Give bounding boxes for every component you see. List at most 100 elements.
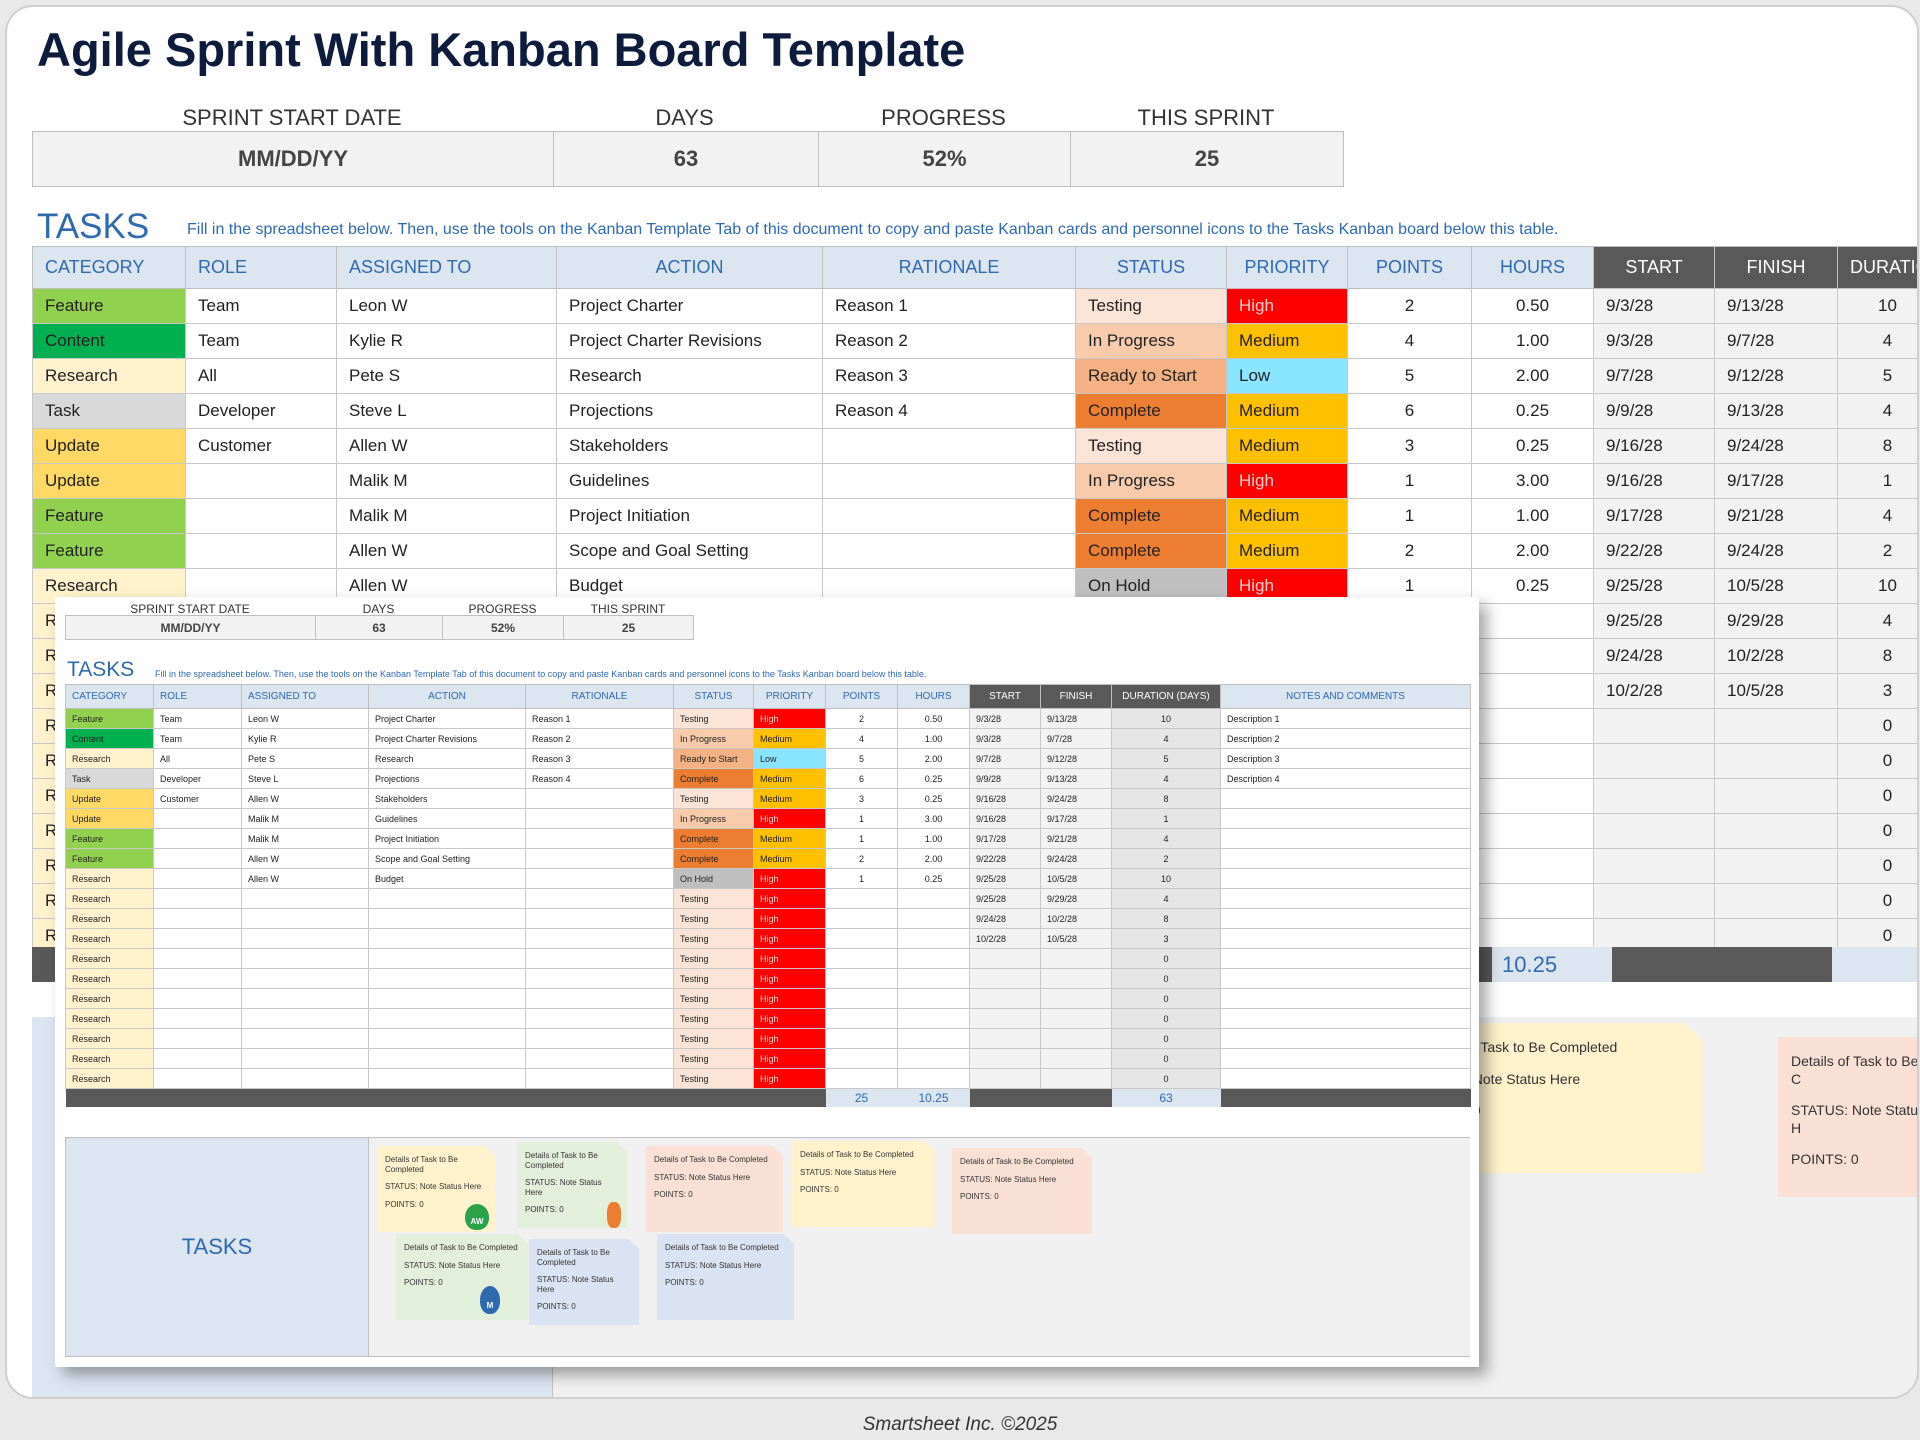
cell-action[interactable]: Scope and Goal Setting bbox=[556, 533, 823, 569]
cell-assigned[interactable]: Allen W bbox=[241, 848, 369, 869]
cell-notes[interactable] bbox=[1220, 1068, 1471, 1089]
cell-points[interactable]: 4 bbox=[1347, 323, 1472, 359]
cell-start[interactable] bbox=[969, 1068, 1041, 1089]
cell-duration[interactable]: 0 bbox=[1837, 708, 1917, 744]
cell-duration[interactable]: 0 bbox=[1111, 988, 1221, 1009]
cell-finish[interactable]: 9/21/28 bbox=[1040, 828, 1112, 849]
cell-points[interactable]: 5 bbox=[825, 748, 898, 769]
cell-role[interactable]: All bbox=[185, 358, 337, 394]
cell-hours[interactable]: 1.00 bbox=[1471, 498, 1594, 534]
cell-start[interactable]: 9/25/28 bbox=[969, 888, 1041, 909]
cell-rationale[interactable] bbox=[525, 988, 674, 1009]
cell-priority[interactable]: High bbox=[753, 948, 826, 969]
cell-priority[interactable]: Medium bbox=[753, 768, 826, 789]
cell-status[interactable]: Testing bbox=[673, 1008, 754, 1029]
cell-finish[interactable] bbox=[1040, 948, 1112, 969]
cell-start[interactable]: 9/9/28 bbox=[1593, 393, 1715, 429]
cell-category[interactable]: Research bbox=[65, 968, 154, 989]
cell-hours[interactable]: 0.50 bbox=[897, 708, 970, 729]
cell-start[interactable]: 9/22/28 bbox=[1593, 533, 1715, 569]
cell-start[interactable]: 9/16/28 bbox=[969, 808, 1041, 829]
cell-points[interactable]: 6 bbox=[1347, 393, 1472, 429]
cell-assigned[interactable]: Pete S bbox=[336, 358, 557, 394]
cell-finish[interactable] bbox=[1714, 743, 1838, 779]
cell-hours[interactable]: 1.00 bbox=[897, 828, 970, 849]
cell-category[interactable]: Research bbox=[65, 868, 154, 889]
cell-category[interactable]: Task bbox=[65, 768, 154, 789]
cell-duration[interactable]: 10 bbox=[1111, 868, 1221, 889]
cell-hours[interactable] bbox=[897, 968, 970, 989]
cell-role[interactable] bbox=[153, 828, 242, 849]
cell-duration[interactable]: 5 bbox=[1837, 358, 1917, 394]
cell-rationale[interactable] bbox=[525, 868, 674, 889]
cell-hours[interactable] bbox=[1471, 708, 1594, 744]
cell-assigned[interactable]: Leon W bbox=[241, 708, 369, 729]
kanban-card[interactable]: Details of Task to Be C STATUS: Note Sta… bbox=[1778, 1037, 1919, 1197]
cell-notes[interactable] bbox=[1220, 868, 1471, 889]
cell-action[interactable]: Research bbox=[368, 748, 526, 769]
sprint-start-date-value[interactable]: MM/DD/YY bbox=[32, 131, 554, 187]
cell-hours[interactable] bbox=[1471, 848, 1594, 884]
cell-start[interactable] bbox=[969, 1028, 1041, 1049]
cell-start[interactable] bbox=[1593, 813, 1715, 849]
cell-notes[interactable]: Description 3 bbox=[1220, 748, 1471, 769]
cell-hours[interactable] bbox=[897, 908, 970, 929]
cell-assigned[interactable]: Malik M bbox=[241, 828, 369, 849]
cell-start[interactable] bbox=[1593, 848, 1715, 884]
cell-start[interactable]: 10/2/28 bbox=[1593, 673, 1715, 709]
cell-assigned[interactable]: Allen W bbox=[336, 428, 557, 464]
cell-status[interactable]: Ready to Start bbox=[1075, 358, 1227, 394]
cell-status[interactable]: Complete bbox=[673, 828, 754, 849]
cell-hours[interactable] bbox=[1471, 883, 1594, 919]
cell-assigned[interactable]: Allen W bbox=[241, 788, 369, 809]
cell-start[interactable]: 9/7/28 bbox=[1593, 358, 1715, 394]
cell-priority[interactable]: High bbox=[753, 908, 826, 929]
cell-duration[interactable]: 2 bbox=[1837, 533, 1917, 569]
cell-assigned[interactable] bbox=[241, 968, 369, 989]
cell-category[interactable]: Research bbox=[65, 948, 154, 969]
cell-finish[interactable]: 9/24/28 bbox=[1040, 788, 1112, 809]
cell-assigned[interactable]: Allen W bbox=[241, 868, 369, 889]
cell-category[interactable]: Update bbox=[65, 808, 154, 829]
cell-action[interactable]: Scope and Goal Setting bbox=[368, 848, 526, 869]
cell-role[interactable]: Developer bbox=[185, 393, 337, 429]
cell-duration[interactable]: 8 bbox=[1837, 428, 1917, 464]
cell-role[interactable] bbox=[153, 1008, 242, 1029]
cell-duration[interactable]: 0 bbox=[1111, 968, 1221, 989]
cell-duration[interactable]: 8 bbox=[1837, 638, 1917, 674]
cell-category[interactable]: Feature bbox=[32, 288, 186, 324]
cell-points[interactable]: 1 bbox=[1347, 498, 1472, 534]
cell-status[interactable]: Testing bbox=[673, 708, 754, 729]
cell-rationale[interactable]: Reason 2 bbox=[525, 728, 674, 749]
cell-action[interactable]: Project Initiation bbox=[556, 498, 823, 534]
cell-assigned[interactable] bbox=[241, 1068, 369, 1089]
cell-rationale[interactable] bbox=[525, 1008, 674, 1029]
cell-priority[interactable]: High bbox=[753, 708, 826, 729]
cell-notes[interactable] bbox=[1220, 1008, 1471, 1029]
cell-start[interactable]: 10/2/28 bbox=[969, 928, 1041, 949]
cell-finish[interactable] bbox=[1714, 813, 1838, 849]
cell-assigned[interactable]: Malik M bbox=[336, 463, 557, 499]
cell-status[interactable]: Complete bbox=[1075, 498, 1227, 534]
cell-points[interactable] bbox=[825, 1068, 898, 1089]
cell-priority[interactable]: Medium bbox=[753, 788, 826, 809]
cell-finish[interactable]: 9/12/28 bbox=[1714, 358, 1838, 394]
cell-action[interactable] bbox=[368, 968, 526, 989]
cell-notes[interactable]: Description 2 bbox=[1220, 728, 1471, 749]
cell-points[interactable] bbox=[825, 948, 898, 969]
cell-status[interactable]: Testing bbox=[673, 988, 754, 1009]
cell-finish[interactable]: 9/7/28 bbox=[1714, 323, 1838, 359]
cell-action[interactable]: Projections bbox=[556, 393, 823, 429]
sprint-start-date-value[interactable]: MM/DD/YY bbox=[65, 615, 316, 640]
kanban-card[interactable]: Details of Task to Be Completed STATUS: … bbox=[517, 1142, 627, 1228]
cell-action[interactable] bbox=[368, 908, 526, 929]
cell-role[interactable] bbox=[153, 848, 242, 869]
cell-start[interactable]: 9/22/28 bbox=[969, 848, 1041, 869]
cell-action[interactable] bbox=[368, 948, 526, 969]
cell-status[interactable]: Testing bbox=[1075, 428, 1227, 464]
cell-finish[interactable]: 9/21/28 bbox=[1714, 498, 1838, 534]
cell-finish[interactable]: 9/29/28 bbox=[1040, 888, 1112, 909]
cell-rationale[interactable] bbox=[822, 463, 1076, 499]
cell-duration[interactable]: 0 bbox=[1111, 1028, 1221, 1049]
cell-hours[interactable]: 0.25 bbox=[1471, 428, 1594, 464]
